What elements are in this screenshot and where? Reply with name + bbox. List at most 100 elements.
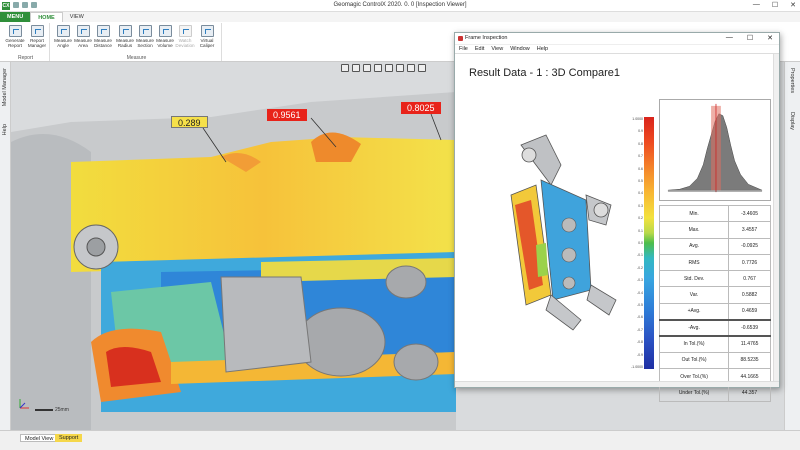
colorbar-tick-label: -0.9 (636, 352, 643, 357)
stat-value: -0.0925 (728, 237, 771, 255)
view-more-icon[interactable] (418, 64, 426, 72)
measure-angle-button[interactable]: Measure Angle (52, 25, 74, 48)
stat-label: Max. (658, 221, 730, 239)
distance-icon (96, 25, 110, 37)
stat-label: RMS (658, 253, 730, 272)
model-manager-tab[interactable]: Model Manager (2, 68, 8, 106)
stat-label: Var. (658, 286, 730, 304)
minimize-button[interactable]: — (753, 1, 760, 9)
deviation-callout[interactable]: 0.8025 (401, 102, 441, 114)
table-row: Min. -3.4605 (658, 204, 771, 223)
stat-value: 0.5882 (728, 286, 771, 304)
stat-label: Std. Dev. (658, 270, 730, 288)
measure-volume-button[interactable]: Measure Volume (154, 25, 176, 48)
tab-home[interactable]: HOME (30, 12, 63, 22)
support-tab[interactable]: Support (55, 434, 83, 442)
close-button[interactable]: ✕ (790, 1, 796, 9)
window-controls: — ☐ ✕ (753, 1, 796, 9)
menu-help[interactable]: Help (537, 45, 548, 53)
horizontal-scrollbar[interactable] (455, 381, 779, 387)
stat-label: Out Tol.(%) (658, 351, 730, 369)
view-fit-icon[interactable] (341, 64, 349, 72)
maximize-button[interactable]: ☐ (772, 1, 778, 9)
deviation-icon (178, 25, 192, 37)
colorbar-tick-label: 0.0 (638, 241, 643, 245)
report-manager-icon (30, 25, 44, 37)
view-display-icon[interactable] (385, 64, 393, 72)
table-row: Std. Dev. 0.767 (658, 270, 771, 288)
menu-edit[interactable]: Edit (475, 45, 484, 53)
menu-window[interactable]: Window (510, 45, 530, 53)
measure-radius-button[interactable]: Measure Radius (114, 25, 136, 48)
axis-triad-icon (19, 399, 29, 409)
stat-label: Avg. (658, 237, 730, 255)
colorbar-tick-label: -1.0000 (631, 365, 643, 369)
table-row: Avg. -0.0925 (658, 237, 771, 255)
stat-value: 0.4659 (728, 302, 771, 321)
table-row: -Avg. -0.6539 (658, 318, 771, 337)
virtual-caliper-button[interactable]: Virtual Caliper (196, 25, 218, 48)
view-select-icon[interactable] (363, 64, 371, 72)
maximize-button[interactable]: ☐ (747, 34, 753, 42)
deviation-callout[interactable]: 0.289 (171, 116, 208, 128)
ribbon-group-label: Measure (126, 55, 147, 61)
properties-tab[interactable]: Properties (789, 68, 795, 93)
view-render-icon[interactable] (396, 64, 404, 72)
frame-inspection-icon (458, 36, 463, 41)
radius-icon (118, 25, 132, 37)
stat-value: 11.4765 (728, 334, 771, 353)
stat-value: 44.357 (728, 384, 771, 402)
deviation-colorbar (644, 117, 654, 369)
ribbon-group-measure: Measure Angle Measure Area Measure Dista… (52, 23, 222, 61)
ribbon-tabs: MENU HOME VIEW (0, 12, 800, 22)
table-row: In Tol.(%) 11.4765 (658, 334, 771, 353)
frame-window-controls: — ☐ ✕ (726, 34, 773, 42)
colorbar-tick-label: -0.4 (636, 290, 643, 295)
display-tab[interactable]: Display (789, 112, 795, 130)
frame-menu-bar: File Edit View Window Help (455, 45, 779, 54)
angle-icon (56, 25, 70, 37)
model-view-tab[interactable]: Model View (20, 434, 59, 442)
menu-file[interactable]: File (459, 45, 468, 53)
colorbar-tick-label: 0.4 (638, 191, 643, 196)
table-row: Max. 3.4557 (658, 221, 771, 239)
volume-icon (158, 25, 172, 37)
ribbon-group-label: Report (17, 55, 33, 61)
left-dock: Model Manager Help (0, 62, 11, 430)
measure-section-button[interactable]: Measure Section (134, 25, 156, 48)
generate-report-button[interactable]: Generate Report (4, 25, 26, 48)
measure-area-button[interactable]: Measure Area (72, 25, 94, 48)
report-manager-button[interactable]: Report Manager (26, 25, 48, 48)
table-row: +Avg. 0.4659 (658, 302, 771, 321)
view-filter-icon[interactable] (374, 64, 382, 72)
right-dock: Properties Display (784, 62, 800, 430)
colorbar-tick-label: -0.5 (636, 303, 643, 307)
colorbar-tick-label: 0.5 (638, 179, 643, 183)
ribbon-group-report: Generate Report Report Manager Report (2, 23, 50, 61)
deviation-histogram (659, 99, 771, 201)
colorbar-tick-label: 0.7 (638, 154, 643, 159)
report-icon (8, 25, 22, 37)
tab-menu[interactable]: MENU (0, 12, 31, 22)
status-bar: Model View Support (0, 430, 800, 450)
watch-deviation-button[interactable]: Watch Deviation (174, 25, 196, 48)
menu-view[interactable]: View (491, 45, 503, 53)
deviation-callout[interactable]: 0.9561 (267, 109, 307, 121)
colorbar-tick-label: 0.1 (638, 228, 643, 233)
help-tab[interactable]: Help (2, 124, 8, 135)
close-button[interactable]: ✕ (767, 34, 773, 42)
area-icon (76, 25, 90, 37)
table-row: Under Tol.(%) 44.357 (658, 384, 771, 402)
vertical-scrollbar[interactable] (773, 54, 779, 383)
stat-value: 3.4557 (728, 221, 771, 239)
view-rotate-icon[interactable] (352, 64, 360, 72)
view-grid-icon[interactable] (407, 64, 415, 72)
minimize-button[interactable]: — (726, 34, 733, 42)
colorbar-tick-label: -0.8 (636, 340, 643, 345)
colorbar-tick-label: 0.8 (638, 141, 643, 146)
tab-view[interactable]: VIEW (63, 12, 91, 22)
measure-distance-button[interactable]: Measure Distance (92, 25, 114, 48)
colorbar-tick-label: -0.3 (636, 278, 643, 283)
statistics-table: Min. -3.4605 Max. 3.4557 Avg. -0.0925 RMS 0.772… (658, 204, 771, 402)
colorbar-tick-label: -0.2 (636, 265, 643, 270)
